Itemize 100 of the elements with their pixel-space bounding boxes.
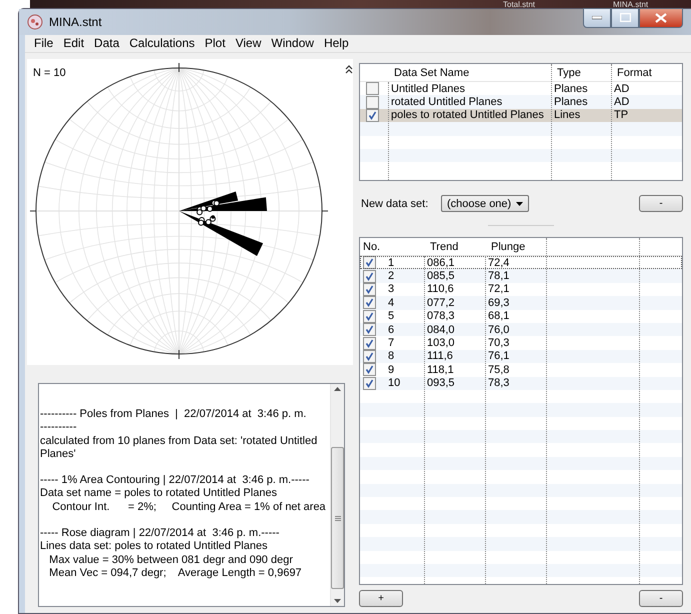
table-cell-text: Planes (553, 95, 589, 109)
log-line: ---------- (40, 421, 78, 435)
checkbox[interactable] (363, 363, 376, 376)
grip-icon (334, 516, 340, 520)
dataset-row[interactable]: Untitled Planes Planes AD (360, 82, 682, 96)
menu-item[interactable]: Edit (58, 36, 90, 50)
data-row[interactable]: 6 084,0 76,0 (360, 322, 682, 336)
remove-button[interactable]: - (639, 590, 683, 607)
data-row[interactable]: 10 093,5 78,3 (360, 376, 682, 390)
table-cell-text: poles to rotated Untitled Planes (390, 108, 545, 122)
column-header[interactable]: No. (360, 240, 424, 252)
table-cell-text: 75,8 (487, 363, 510, 377)
close-icon (655, 12, 667, 23)
data-row[interactable]: 8 111,6 76,1 (360, 350, 682, 364)
table-cell-text: 76,1 (487, 350, 510, 364)
checkbox[interactable] (363, 282, 376, 296)
table-cell-text: 72,4 (487, 256, 510, 270)
data-row[interactable]: 4 077,2 69,3 (360, 296, 682, 310)
table-cell-text: rotated Untitled Planes (390, 95, 504, 109)
checkbox[interactable] (366, 108, 379, 122)
column-header[interactable]: Data Set Name (388, 66, 551, 78)
add-button[interactable]: + (359, 590, 403, 607)
data-row[interactable]: 5 078,3 68,1 (360, 310, 682, 323)
row-number: 9 (388, 364, 394, 376)
close-button[interactable] (639, 8, 683, 28)
log-line: Lines data set: poles to rotated Untitled Planes (40, 540, 268, 554)
data-row[interactable]: 2 085,5 78,1 (360, 269, 682, 283)
row-number: 7 (388, 337, 394, 350)
checkbox[interactable] (366, 96, 379, 109)
row-number: 10 (388, 377, 400, 390)
table-cell-text: 76,0 (487, 322, 510, 336)
minimize-icon (592, 16, 602, 20)
app-icon (27, 14, 43, 30)
scroll-thumb[interactable] (331, 447, 344, 589)
scrollbar[interactable] (330, 384, 344, 606)
menu-item[interactable]: File (29, 36, 58, 50)
checkbox[interactable] (363, 350, 376, 363)
dataset-row[interactable]: poles to rotated Untitled Planes Lines TP (360, 108, 682, 122)
minimize-button[interactable] (583, 8, 611, 28)
checkbox[interactable] (366, 82, 379, 96)
checkbox[interactable] (363, 296, 376, 310)
log-line: calculated from 10 planes from Data set: 'rotated Untitled (40, 434, 318, 448)
table-cell-text: 084,0 (426, 322, 456, 336)
table-cell-text: 093,5 (426, 376, 456, 390)
dataset-dropdown[interactable]: (choose one) (441, 195, 529, 212)
table-cell-text: 085,5 (426, 269, 456, 283)
dataset-row[interactable]: rotated Untitled Planes Planes AD (360, 95, 682, 109)
row-number: 3 (388, 283, 394, 296)
collapse-icon[interactable] (345, 65, 353, 74)
table-cell-text: 68,1 (487, 310, 510, 323)
log-line: Planes' (40, 448, 77, 462)
table-cell-text: 103,0 (426, 336, 456, 350)
checkbox[interactable] (363, 323, 376, 336)
table-cell-text: 69,3 (487, 296, 510, 310)
menu-item[interactable]: Plot (200, 36, 230, 50)
table-cell-text: 086,1 (426, 256, 456, 270)
table-cell-text: AD (613, 95, 630, 109)
background-window-title: Total.stnt (503, 0, 536, 9)
table-cell-text: Planes (553, 82, 589, 96)
row-number: 1 (388, 256, 394, 269)
menu-item[interactable]: Help (318, 36, 354, 50)
new-data-set-label: New data set: (360, 198, 430, 210)
menu-item[interactable]: Calculations (124, 36, 200, 50)
menu-item[interactable]: Data (89, 36, 124, 50)
row-number: 4 (388, 296, 394, 309)
caret-icon (516, 202, 523, 206)
table-cell-text: AD (613, 82, 630, 96)
column-header[interactable]: Type (551, 66, 611, 78)
table-cell-text: 077,2 (426, 296, 456, 310)
row-number: 5 (388, 310, 394, 322)
data-row[interactable]: 3 110,6 72,1 (360, 282, 682, 296)
log-line: ----- 1% Area Contouring | 22/07/2014 at 3:46 p. m.----- (40, 474, 310, 488)
column-header[interactable]: Plunge (485, 240, 546, 252)
data-row[interactable]: 1 086,1 72,4 (360, 256, 682, 270)
count-label: N = 10 (33, 67, 66, 79)
data-row[interactable]: 7 103,0 70,3 (360, 336, 682, 350)
remove-button[interactable]: - (639, 195, 683, 212)
background-window-title: MINA.stnt (613, 0, 648, 9)
log-line: Contour Int. = 2%; Counting Area = 1% of net area (51, 500, 327, 514)
column-header[interactable]: Format (611, 66, 682, 78)
maximize-button[interactable] (611, 8, 639, 28)
table-cell-text: 078,3 (426, 310, 456, 323)
table-cell-text: 72,1 (487, 282, 510, 296)
maximize-icon (620, 13, 630, 22)
table-cell-text: 70,3 (487, 336, 510, 350)
data-row[interactable]: 9 118,1 75,8 (360, 363, 682, 377)
menu-item[interactable]: Window (266, 36, 319, 50)
column-header[interactable]: Trend (424, 240, 485, 252)
scroll-up-icon[interactable] (334, 387, 341, 391)
table-cell-text: Lines (553, 108, 582, 122)
checkbox[interactable] (363, 376, 376, 390)
checkbox[interactable] (363, 256, 376, 270)
checkbox[interactable] (363, 310, 376, 323)
table-cell-text: 118,1 (426, 363, 455, 377)
scroll-down-icon[interactable] (334, 599, 341, 603)
table-cell-text: 78,1 (487, 269, 510, 283)
menu-item[interactable]: View (230, 36, 266, 50)
checkbox[interactable] (363, 270, 376, 283)
checkbox[interactable] (363, 336, 376, 350)
table-cell-text: TP (613, 108, 630, 122)
